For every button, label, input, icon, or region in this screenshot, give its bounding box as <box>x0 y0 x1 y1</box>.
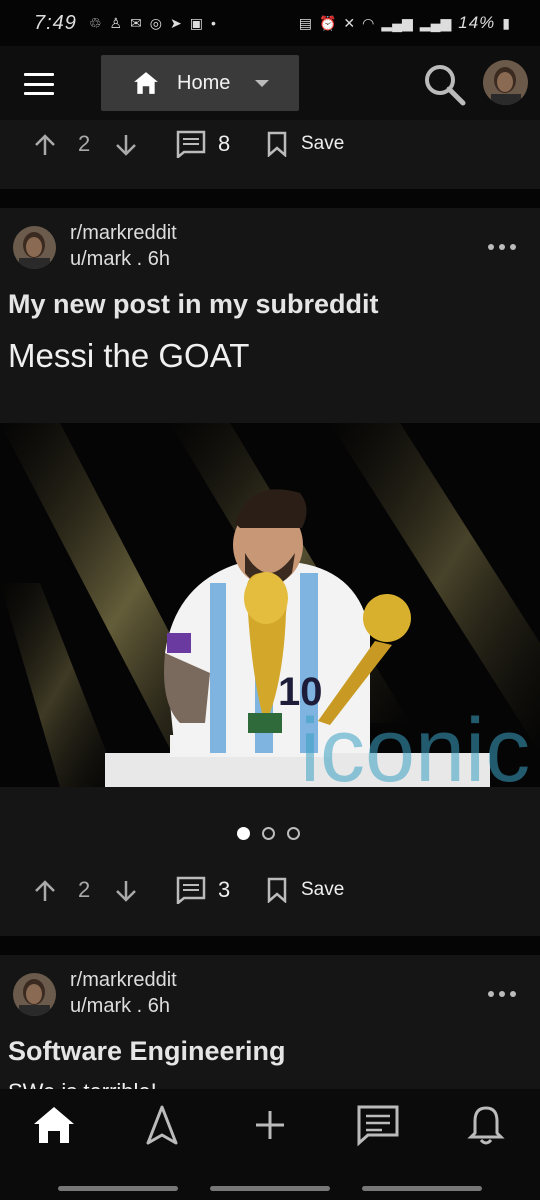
gesture-bar <box>362 1186 482 1191</box>
downvote-icon[interactable] <box>114 133 138 157</box>
user-avatar[interactable] <box>483 60 528 105</box>
more-options-icon[interactable] <box>488 991 516 999</box>
vote-count: 2 <box>78 131 91 156</box>
save-button[interactable]: Save <box>266 877 344 903</box>
pager-dot[interactable] <box>237 827 250 840</box>
menu-icon[interactable] <box>24 73 54 95</box>
battery-icon: ▮ <box>502 14 510 31</box>
save-button[interactable]: Save <box>266 131 344 157</box>
comment-icon <box>176 130 206 158</box>
chat-icon[interactable] <box>353 1103 403 1147</box>
vote-count: 2 <box>78 877 91 902</box>
post-body[interactable]: Messi the GOAT <box>8 337 249 375</box>
comments-button[interactable]: 3 <box>176 876 230 904</box>
subreddit-link[interactable]: r/markreddit <box>70 222 177 245</box>
post-card: r/markreddit u/mark . 6h Software Engine… <box>0 955 540 1095</box>
system-icons: ▤ ⏰ ✕ ◠ ▂▄▆ ▂▄▆ 14% ▮ <box>299 13 510 33</box>
status-time: 7:49 <box>34 11 77 34</box>
feed-selector-label: Home <box>177 71 231 94</box>
wifi-icon: ◠ <box>362 14 375 31</box>
image-watermark: iconic <box>300 701 530 787</box>
bottom-navigation <box>0 1089 540 1200</box>
person-icon: ♙ <box>109 14 123 31</box>
bookmark-icon <box>267 877 287 903</box>
post-header: r/markreddit u/mark . 6h <box>0 208 540 288</box>
author-time[interactable]: u/mark . 6h <box>70 248 170 271</box>
post-card: 2 8 Save <box>0 120 540 189</box>
sync-icon: ♲ <box>88 14 102 31</box>
upvote-icon[interactable] <box>33 879 57 903</box>
messi-world-cup-photo: 10 iconic <box>0 423 540 787</box>
author-time[interactable]: u/mark . 6h <box>70 995 170 1018</box>
upvote-icon[interactable] <box>33 133 57 157</box>
telegram-icon: ➤ <box>170 14 182 31</box>
home-icon <box>134 72 158 94</box>
battery-percent: 14% <box>458 13 496 32</box>
feed-selector[interactable]: Home <box>101 55 299 111</box>
mail-icon: ✉ <box>130 14 142 31</box>
post-header: r/markreddit u/mark . 6h <box>0 955 540 1035</box>
bookmark-icon <box>267 131 287 157</box>
save-label: Save <box>301 879 345 900</box>
search-icon[interactable] <box>421 61 467 107</box>
gesture-bar <box>58 1186 178 1191</box>
downvote-icon[interactable] <box>114 879 138 903</box>
target-icon: ◎ <box>149 14 163 31</box>
comment-icon <box>176 876 206 904</box>
image-pager[interactable] <box>237 827 300 840</box>
app-bar: Home <box>0 46 540 120</box>
dot-icon: • <box>210 15 216 31</box>
notification-icons: ♲ ♙ ✉ ◎ ➤ ▣ • <box>89 15 216 32</box>
explore-icon[interactable] <box>137 1103 187 1147</box>
pager-dot[interactable] <box>287 827 300 840</box>
post-title[interactable]: My new post in my subreddit <box>8 289 379 320</box>
notifications-icon[interactable] <box>461 1103 511 1147</box>
comment-count: 8 <box>218 131 231 156</box>
gallery-icon: ▣ <box>189 14 203 31</box>
chevron-down-icon <box>255 80 269 87</box>
comments-button[interactable]: 8 <box>176 130 230 158</box>
more-options-icon[interactable] <box>488 244 516 252</box>
signal-2-icon: ▂▄▆ <box>419 14 452 31</box>
home-icon[interactable] <box>29 1103 79 1147</box>
mute-icon: ✕ <box>343 14 356 31</box>
alarm-icon: ⏰ <box>318 14 337 31</box>
subreddit-link[interactable]: r/markreddit <box>70 969 177 992</box>
status-bar: 7:49 ♲ ♙ ✉ ◎ ➤ ▣ • ▤ ⏰ ✕ ◠ ▂▄▆ ▂▄▆ 14% ▮ <box>0 0 540 46</box>
signal-icon: ▂▄▆ <box>381 14 413 31</box>
gesture-bar <box>210 1186 330 1191</box>
pager-dot[interactable] <box>262 827 275 840</box>
post-card: r/markreddit u/mark . 6h My new post in … <box>0 208 540 936</box>
author-avatar[interactable] <box>13 973 56 1016</box>
author-avatar[interactable] <box>13 226 56 269</box>
post-image[interactable]: 10 iconic <box>0 423 540 787</box>
post-actions: 2 3 Save <box>0 868 540 914</box>
post-actions: 2 8 Save <box>0 122 540 168</box>
post-title[interactable]: Software Engineering <box>8 1036 286 1067</box>
comment-count: 3 <box>218 877 231 902</box>
save-label: Save <box>301 133 345 154</box>
add-icon[interactable] <box>245 1103 295 1147</box>
lock-icon: ▤ <box>298 14 312 31</box>
